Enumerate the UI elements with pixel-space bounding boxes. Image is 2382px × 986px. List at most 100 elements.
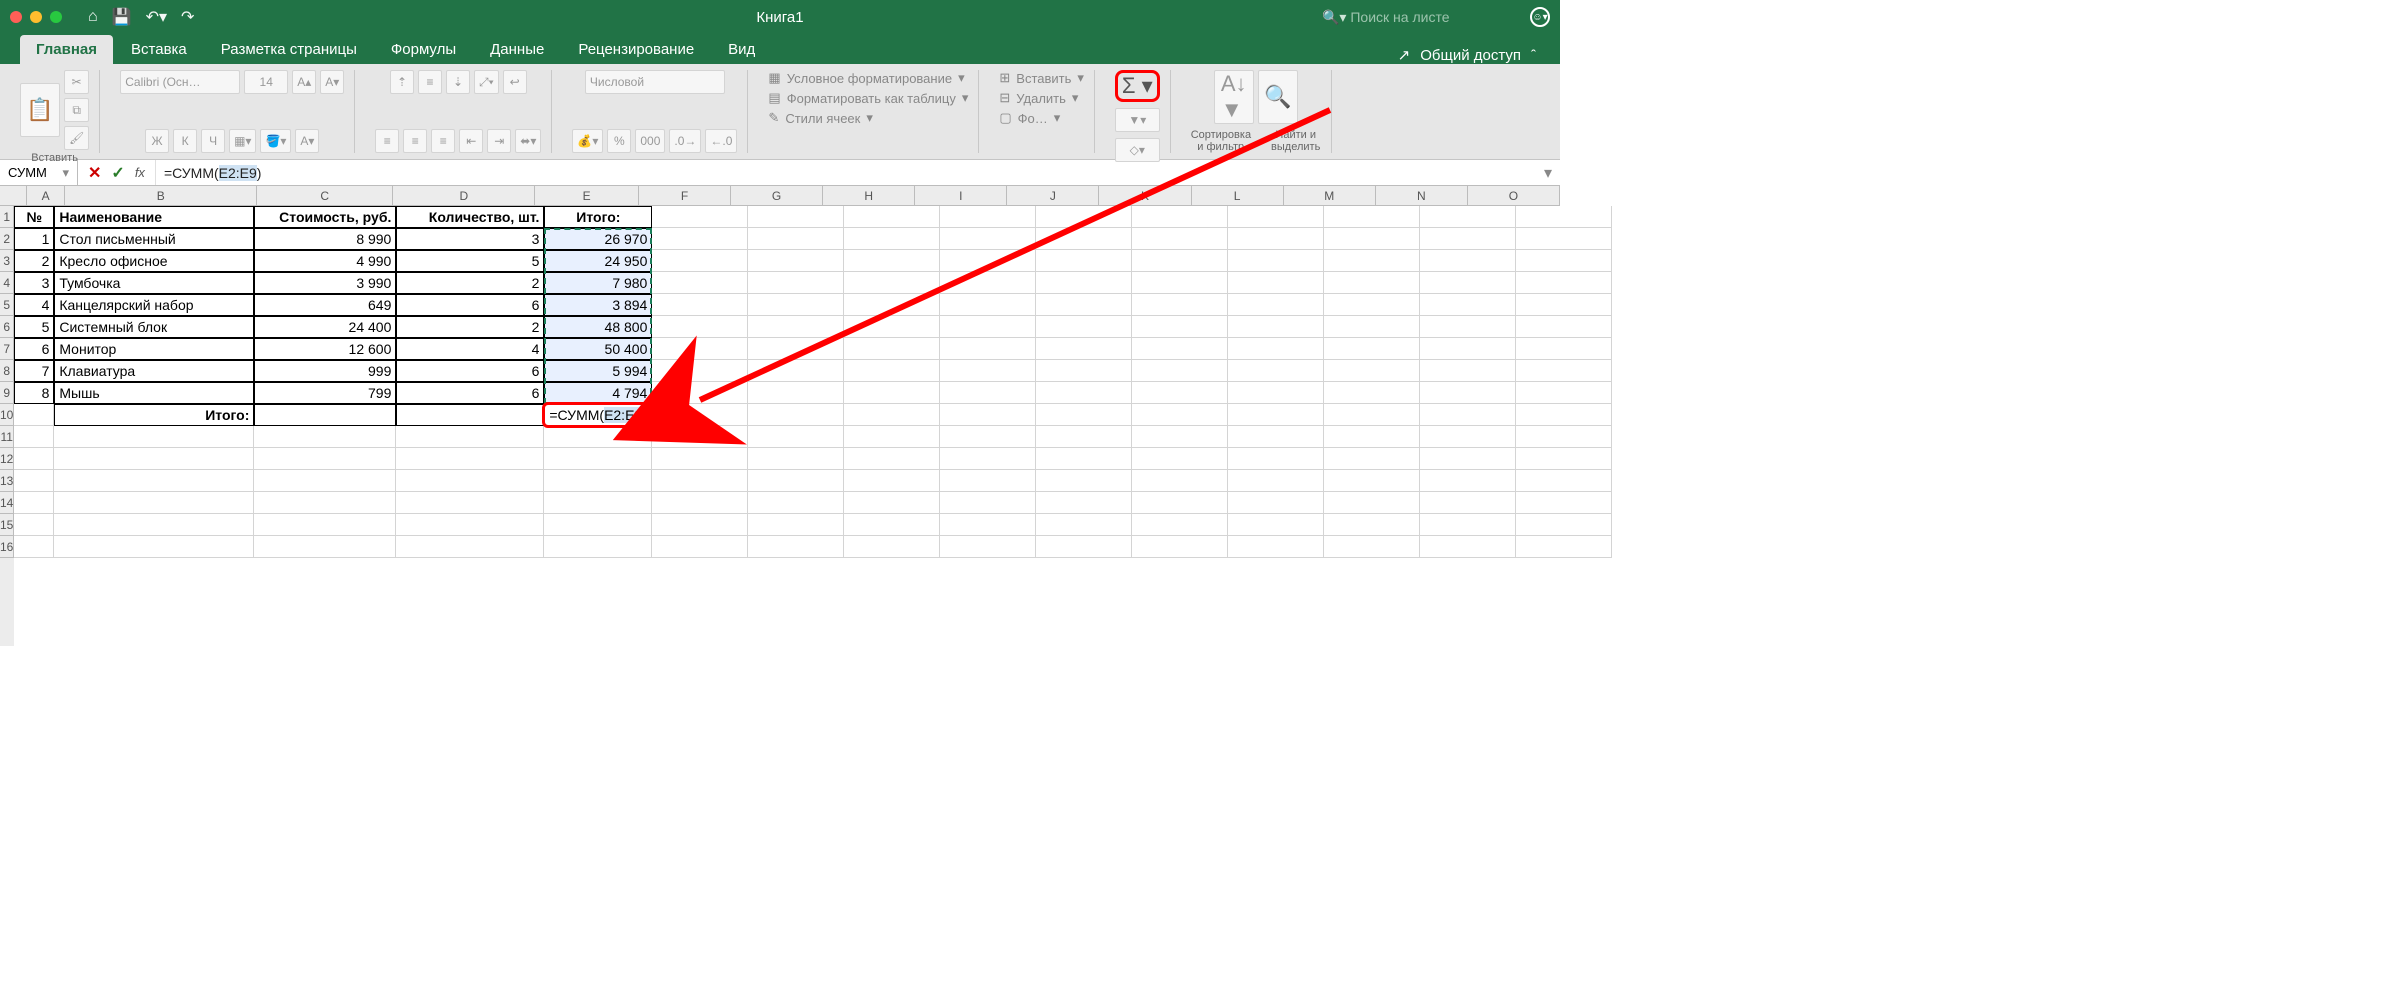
align-center-icon[interactable]: ≡ [403,129,427,153]
cell-d9[interactable]: 6 [396,382,544,404]
cut-icon[interactable]: ✂ [64,70,89,94]
col-header-a[interactable]: A [27,186,65,205]
conditional-formatting-button[interactable]: ▦Условное форматирование ▾ [768,70,968,86]
number-format-select[interactable]: Числовой [585,70,725,94]
cell-e9[interactable]: 4 794 [544,382,652,404]
collapse-ribbon-icon[interactable]: ˆ [1531,47,1536,64]
formula-input[interactable]: =СУММ(E2:E9) [156,165,1536,181]
font-size-select[interactable]: 14 [244,70,288,94]
col-header-n[interactable]: N [1376,186,1468,205]
decrease-font-icon[interactable]: A▾ [320,70,344,94]
borders-icon[interactable]: ▦▾ [229,129,256,153]
cell-d4[interactable]: 2 [396,272,544,294]
cell-a6[interactable]: 5 [14,316,54,338]
cell-c4[interactable]: 3 990 [254,272,396,294]
col-header-j[interactable]: J [1007,186,1099,205]
share-button[interactable]: Общий доступ [1420,47,1521,64]
fill-icon[interactable]: ▼▾ [1115,108,1160,132]
cell-d7[interactable]: 4 [396,338,544,360]
name-box[interactable]: СУММ▾ [0,160,78,185]
cell-b6[interactable]: Системный блок [54,316,254,338]
expand-formula-icon[interactable]: ▾ [1536,163,1560,183]
row-header[interactable]: 15 [0,514,14,536]
tab-formulas[interactable]: Формулы [375,35,472,64]
row-header[interactable]: 2 [0,228,14,250]
font-name-select[interactable]: Calibri (Осн… [120,70,240,94]
cell-d1[interactable]: Количество, шт. [396,206,544,228]
redo-icon[interactable]: ↷ [181,7,194,27]
delete-cells-button[interactable]: ⊟Удалить ▾ [999,90,1084,106]
row-header[interactable]: 5 [0,294,14,316]
row-header[interactable]: 6 [0,316,14,338]
cell-e5[interactable]: 3 894 [544,294,652,316]
cell-d6[interactable]: 2 [396,316,544,338]
row-header[interactable]: 3 [0,250,14,272]
bold-button[interactable]: Ж [145,129,169,153]
row-header[interactable]: 8 [0,360,14,382]
tab-review[interactable]: Рецензирование [562,35,710,64]
percent-icon[interactable]: % [607,129,631,153]
insert-cells-button[interactable]: ⊞Вставить ▾ [999,70,1084,86]
undo-icon[interactable]: ↶▾ [146,7,167,27]
row-header[interactable]: 1 [0,206,14,228]
cell-e4[interactable]: 7 980 [544,272,652,294]
cell-b3[interactable]: Кресло офисное [54,250,254,272]
align-middle-icon[interactable]: ≡ [418,70,442,94]
row-header[interactable]: 11 [0,426,14,448]
select-all-corner[interactable] [0,186,27,205]
format-painter-icon[interactable]: 🖌 [64,126,89,150]
align-right-icon[interactable]: ≡ [431,129,455,153]
cell-e3[interactable]: 24 950 [544,250,652,272]
row-header[interactable]: 14 [0,492,14,514]
cell-d5[interactable]: 6 [396,294,544,316]
format-as-table-button[interactable]: ▤Форматировать как таблицу ▾ [768,90,968,106]
fx-icon[interactable]: fx [135,165,145,180]
enter-formula-icon[interactable]: ✓ [111,163,124,183]
tab-data[interactable]: Данные [474,35,560,64]
cell-a3[interactable]: 2 [14,250,54,272]
row-header[interactable]: 12 [0,448,14,470]
currency-icon[interactable]: 💰▾ [572,129,603,153]
find-select-button[interactable]: 🔍 [1258,70,1298,124]
cell-b5[interactable]: Канцелярский набор [54,294,254,316]
sort-filter-button[interactable]: A↓▼ [1214,70,1254,124]
search-input[interactable]: 🔍▾ Поиск на листе [1322,9,1522,26]
col-header-l[interactable]: L [1192,186,1284,205]
save-icon[interactable]: 💾 [112,7,132,27]
underline-button[interactable]: Ч [201,129,225,153]
cell-a1[interactable]: № [14,206,54,228]
cell-c9[interactable]: 799 [254,382,396,404]
col-header-d[interactable]: D [393,186,535,205]
fill-color-icon[interactable]: 🪣▾ [260,129,291,153]
cell-e2[interactable]: 26 970 [544,228,652,250]
feedback-icon[interactable]: ☺▾ [1530,7,1550,27]
col-header-c[interactable]: C [257,186,393,205]
row-header[interactable]: 9 [0,382,14,404]
col-header-h[interactable]: H [823,186,915,205]
italic-button[interactable]: К [173,129,197,153]
clear-icon[interactable]: ◇▾ [1115,138,1160,162]
tab-view[interactable]: Вид [712,35,771,64]
align-bottom-icon[interactable]: ⇣ [446,70,470,94]
wrap-text-icon[interactable]: ↩ [503,70,527,94]
cell-a5[interactable]: 4 [14,294,54,316]
increase-decimal-icon[interactable]: .0→ [669,129,701,153]
row-header[interactable]: 7 [0,338,14,360]
cell-d8[interactable]: 6 [396,360,544,382]
increase-indent-icon[interactable]: ⇥ [487,129,511,153]
cell-b1[interactable]: Наименование [54,206,254,228]
home-icon[interactable]: ⌂ [88,8,98,26]
cell-b8[interactable]: Клавиатура [54,360,254,382]
merge-icon[interactable]: ⬌▾ [515,129,541,153]
row-header[interactable]: 10 [0,404,14,426]
cell-e6[interactable]: 48 800 [544,316,652,338]
format-cells-button[interactable]: ▢Фо… ▾ [999,110,1084,126]
active-cell-e10[interactable]: =СУММ(E2:E9) [542,402,672,428]
cell-b4[interactable]: Тумбочка [54,272,254,294]
align-top-icon[interactable]: ⇡ [390,70,414,94]
cell-c1[interactable]: Стоимость, руб. [254,206,396,228]
cell-a4[interactable]: 3 [14,272,54,294]
col-header-e[interactable]: E [535,186,639,205]
row-header[interactable]: 4 [0,272,14,294]
cell-b7[interactable]: Монитор [54,338,254,360]
